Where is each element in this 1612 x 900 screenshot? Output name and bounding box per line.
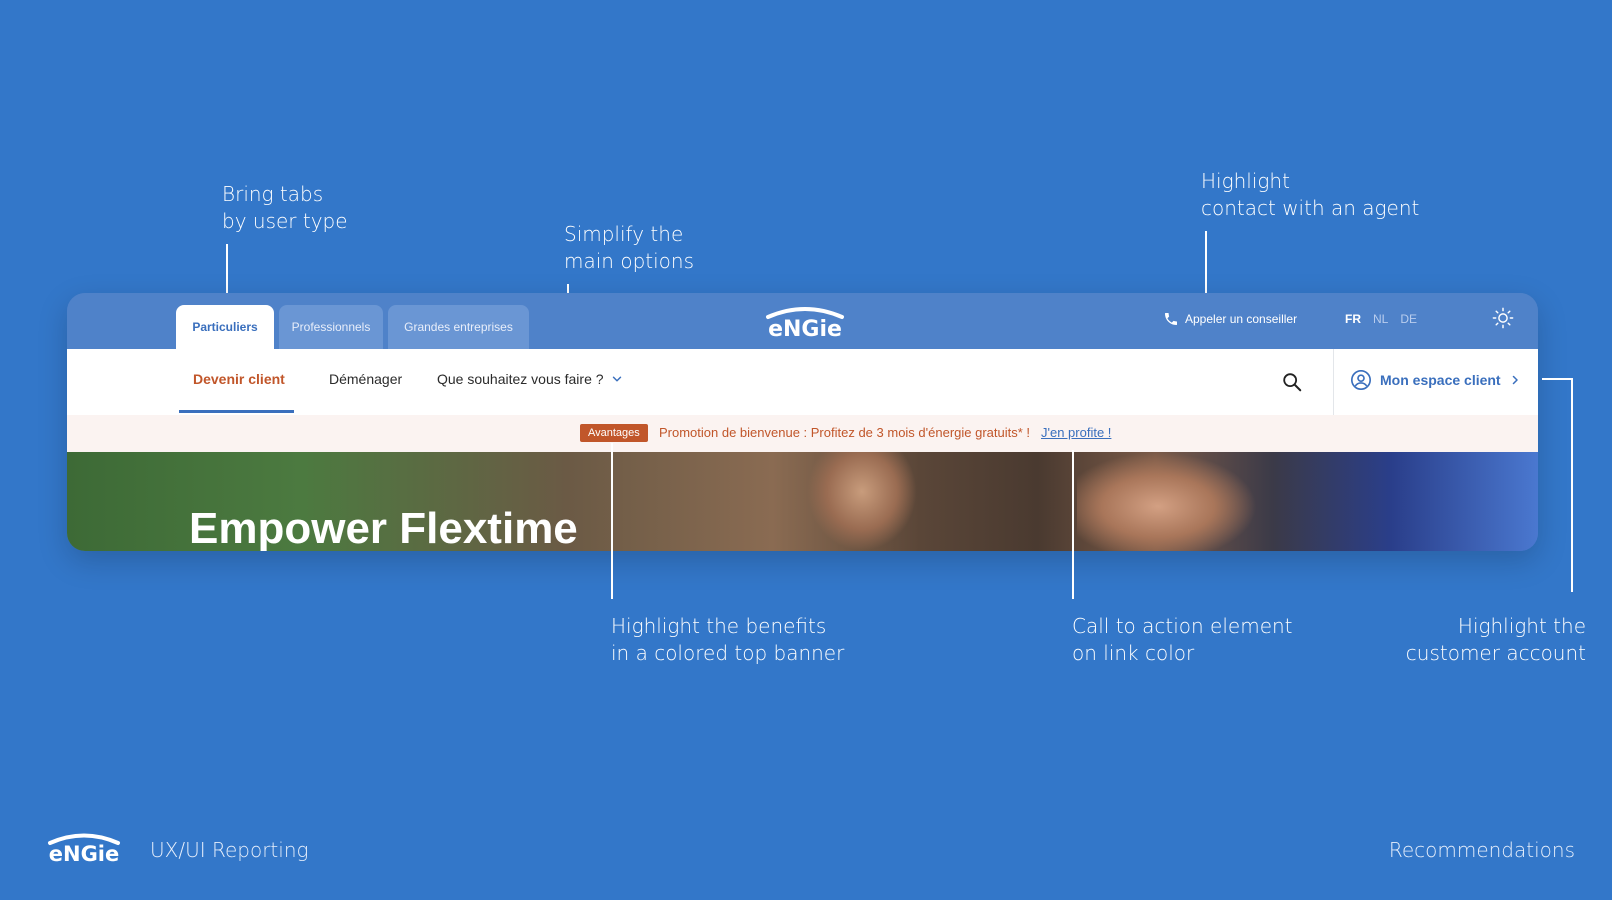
annotation-tabs: Bring tabs by user type xyxy=(222,181,348,235)
annotation-text: customer account xyxy=(1405,641,1586,665)
active-nav-indicator xyxy=(179,410,294,413)
nav-dropdown-label: Que souhaitez vous faire ? xyxy=(437,371,604,387)
tab-grandes-entreprises[interactable]: Grandes entreprises xyxy=(388,305,529,349)
tab-particuliers[interactable]: Particuliers xyxy=(176,305,274,349)
main-navigation: Devenir client Déménager Que souhaitez v… xyxy=(67,349,1538,415)
hero-photo-man xyxy=(1077,452,1257,551)
annotation-text: main options xyxy=(564,249,694,273)
annotation-text: by user type xyxy=(222,209,348,233)
hero-title: Empower Flextime xyxy=(189,504,578,551)
hero-banner: Empower Flextime xyxy=(67,452,1538,551)
footer-report-title: UX/UI Reporting xyxy=(150,838,309,862)
customer-account-link[interactable]: Mon espace client xyxy=(1350,369,1521,391)
promo-text: Promotion de bienvenue : Profitez de 3 m… xyxy=(659,425,1031,440)
svg-text:eNGie: eNGie xyxy=(49,842,120,864)
annotation-account: Highlight the customer account xyxy=(1406,613,1586,667)
annotation-text: Simplify the xyxy=(564,222,684,246)
annotation-line xyxy=(611,443,613,599)
user-circle-icon xyxy=(1351,370,1371,390)
footer-section-title: Recommendations xyxy=(1388,838,1575,862)
lang-de[interactable]: DE xyxy=(1400,312,1417,326)
annotation-text: Highlight the xyxy=(1457,614,1586,638)
promo-cta-link[interactable]: J'en profite ! xyxy=(1041,425,1111,440)
annotation-text: on link color xyxy=(1072,641,1195,665)
tab-professionnels[interactable]: Professionnels xyxy=(279,305,383,349)
annotation-line xyxy=(1072,450,1074,599)
chevron-right-icon xyxy=(1512,375,1518,385)
footer-engie-logo: eNGie xyxy=(48,833,120,864)
sun-icon[interactable] xyxy=(1492,307,1514,329)
annotation-options: Simplify the main options xyxy=(564,221,694,275)
hero-photo-woman xyxy=(807,452,917,551)
website-header-mockup: Particuliers Professionnels Grandes entr… xyxy=(67,293,1538,551)
annotation-text: Bring tabs xyxy=(222,182,324,206)
annotation-benefits: Highlight the benefits in a colored top … xyxy=(611,613,844,667)
language-switcher: FR NL DE xyxy=(1345,312,1417,326)
lang-nl[interactable]: NL xyxy=(1373,312,1388,326)
promo-banner: Avantages Promotion de bienvenue : Profi… xyxy=(67,415,1538,452)
phone-icon xyxy=(1165,313,1177,325)
nav-divider xyxy=(1333,349,1334,415)
annotation-text: Highlight the benefits xyxy=(611,614,827,638)
annotation-text: Highlight xyxy=(1201,169,1290,193)
lang-fr[interactable]: FR xyxy=(1345,312,1361,326)
annotation-line xyxy=(1542,378,1572,380)
engie-logo[interactable]: eNGie xyxy=(760,303,850,339)
nav-que-souhaitez-vous-faire[interactable]: Que souhaitez vous faire ? xyxy=(437,371,624,387)
search-icon[interactable] xyxy=(1281,371,1303,393)
top-bar: Particuliers Professionnels Grandes entr… xyxy=(67,293,1538,349)
annotation-text: in a colored top banner xyxy=(611,641,845,665)
customer-account-label: Mon espace client xyxy=(1380,372,1501,388)
nav-demenager[interactable]: Déménager xyxy=(329,371,402,387)
annotation-cta: Call to action element on link color xyxy=(1072,613,1293,667)
advantages-badge: Avantages xyxy=(580,424,648,442)
annotation-agent: Highlight contact with an agent xyxy=(1201,168,1419,222)
svg-text:eNGie: eNGie xyxy=(768,317,842,339)
call-advisor-label: Appeler un conseiller xyxy=(1185,312,1298,326)
nav-devenir-client[interactable]: Devenir client xyxy=(193,371,285,387)
call-advisor-link[interactable]: Appeler un conseiller xyxy=(1163,311,1297,327)
annotation-text: contact with an agent xyxy=(1201,196,1420,220)
annotation-text: Call to action element xyxy=(1072,614,1293,638)
chevron-down-icon xyxy=(612,376,621,382)
annotation-line xyxy=(1571,378,1573,592)
